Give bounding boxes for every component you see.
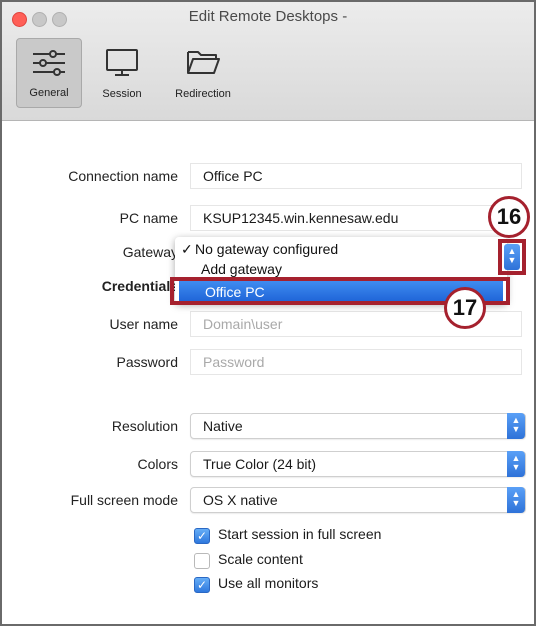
use-all-monitors-checkbox[interactable]: ✓ — [194, 577, 210, 593]
tab-redirection[interactable]: Redirection — [162, 38, 244, 108]
full-screen-mode-label: Full screen mode — [70, 492, 178, 508]
full-screen-mode-popup[interactable]: OS X native ▲ ▼ — [190, 487, 526, 513]
gateway-option-add-label: Add gateway — [201, 261, 282, 277]
user-name-label: User name — [109, 316, 178, 332]
tab-redirection-label: Redirection — [175, 88, 231, 100]
resolution-popup[interactable]: Native ▲ ▼ — [190, 413, 526, 439]
chevron-updown-icon: ▲ ▼ — [507, 451, 525, 477]
resolution-value: Native — [203, 418, 243, 434]
start-session-fullscreen-label: Start session in full screen — [218, 526, 382, 542]
gateway-option-none-label: No gateway configured — [195, 241, 339, 257]
edit-remote-desktops-window: Edit Remote Desktops - General Session R… — [0, 0, 536, 626]
colors-label: Colors — [137, 456, 178, 472]
full-screen-mode-value: OS X native — [203, 492, 278, 508]
window-title: Edit Remote Desktops - — [188, 8, 348, 25]
scale-content-checkbox[interactable] — [194, 553, 210, 569]
pc-name-field[interactable]: KSUP12345.win.kennesaw.edu — [190, 205, 522, 231]
colors-popup[interactable]: True Color (24 bit) ▲ ▼ — [190, 451, 526, 477]
chevron-updown-icon: ▲ ▼ — [507, 487, 525, 513]
resolution-label: Resolution — [111, 418, 178, 434]
use-all-monitors-label: Use all monitors — [218, 575, 319, 591]
tab-session-label: Session — [102, 88, 142, 100]
connection-name-label: Connection name — [68, 168, 178, 184]
tab-session[interactable]: Session — [92, 38, 152, 108]
scale-content-label: Scale content — [218, 551, 303, 567]
monitor-icon — [106, 49, 138, 76]
gateway-label: Gateway — [122, 244, 178, 260]
password-field[interactable]: Password — [190, 349, 522, 375]
callout-17-badge: 17 — [444, 287, 486, 329]
callout-16-badge: 16 — [488, 196, 530, 238]
tab-general-label: General — [29, 87, 69, 99]
titlebar: Edit Remote Desktops - General Session R… — [2, 2, 534, 121]
start-session-fullscreen-checkbox[interactable]: ✓ — [194, 528, 210, 544]
sliders-icon — [33, 50, 65, 76]
colors-value: True Color (24 bit) — [203, 456, 317, 472]
checkmark-icon: ✓ — [181, 241, 193, 257]
callout-16-box — [498, 239, 526, 275]
credentials-label: Credentials — [101, 278, 178, 294]
tab-general[interactable]: General — [16, 38, 82, 108]
pc-name-label: PC name — [119, 210, 178, 226]
password-label: Password — [116, 354, 178, 370]
general-pane: Connection name Office PC PC name KSUP12… — [2, 121, 534, 624]
connection-name-field[interactable]: Office PC — [190, 163, 522, 189]
chevron-updown-icon: ▲ ▼ — [507, 413, 525, 439]
folder-icon — [187, 51, 220, 74]
